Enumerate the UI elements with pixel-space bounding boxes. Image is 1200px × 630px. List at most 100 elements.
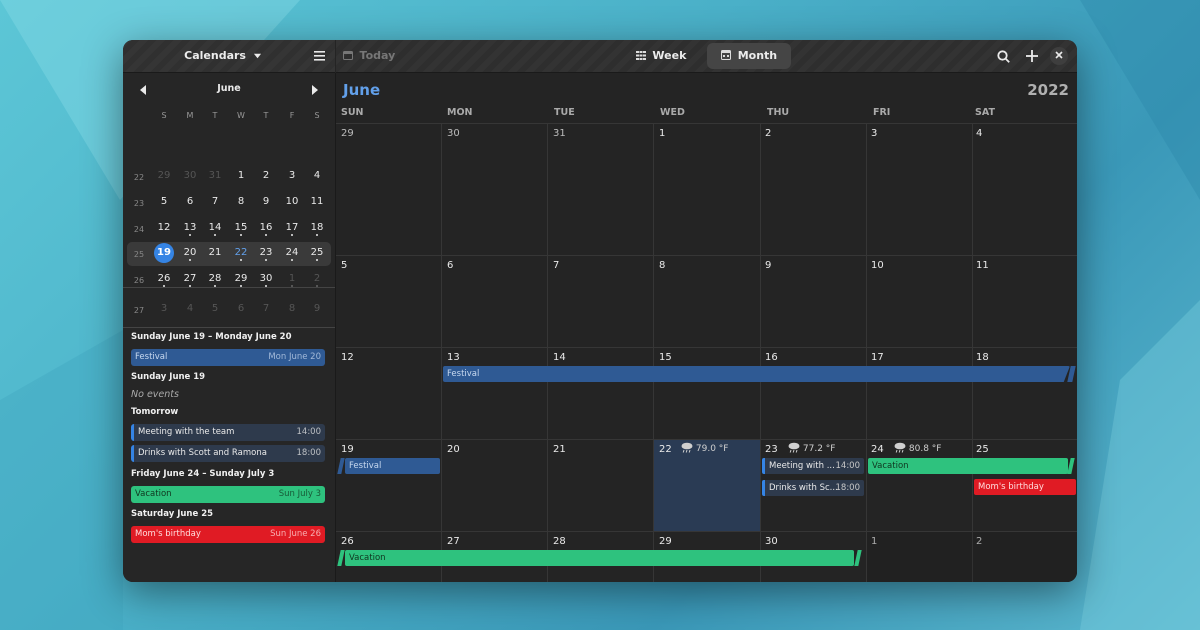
day-number[interactable]: 27 bbox=[447, 536, 460, 547]
mini-day[interactable]: 5 bbox=[203, 298, 227, 320]
day-number[interactable]: 17 bbox=[871, 352, 884, 363]
mini-day[interactable]: 11 bbox=[305, 191, 329, 213]
day-number[interactable]: 9 bbox=[765, 260, 771, 271]
mini-day[interactable]: 7 bbox=[254, 298, 278, 320]
day-number[interactable]: 21 bbox=[553, 444, 566, 455]
week-view-button[interactable]: Week bbox=[628, 43, 694, 69]
day-number[interactable]: 14 bbox=[553, 352, 566, 363]
agenda-event-festival[interactable]: Festival Mon June 20 bbox=[131, 349, 325, 366]
day-number[interactable]: 3 bbox=[871, 128, 877, 139]
event-birthday-bar[interactable]: Mom's birthday bbox=[974, 479, 1076, 495]
day-number[interactable]: 31 bbox=[553, 128, 566, 139]
day-number[interactable]: 2 bbox=[765, 128, 771, 139]
mini-day[interactable]: 1 bbox=[280, 268, 304, 290]
day-number[interactable]: 13 bbox=[447, 352, 460, 363]
mini-day[interactable]: 5 bbox=[152, 191, 176, 213]
mini-day[interactable]: 6 bbox=[229, 298, 253, 320]
event-vacation-bar[interactable]: Vacation bbox=[345, 550, 854, 566]
day-number[interactable]: 7 bbox=[553, 260, 559, 271]
mini-day[interactable]: 18 bbox=[305, 217, 329, 239]
day-number[interactable]: 10 bbox=[871, 260, 884, 271]
month-view-button[interactable]: Month bbox=[707, 43, 791, 69]
mini-day[interactable]: 21 bbox=[203, 242, 227, 264]
mini-day[interactable]: 17 bbox=[280, 217, 304, 239]
mini-day[interactable]: 31 bbox=[203, 165, 227, 187]
mini-day[interactable]: 24 bbox=[280, 242, 304, 264]
agenda-event-birthday[interactable]: Mom's birthday Sun June 26 bbox=[131, 526, 325, 543]
day-number[interactable]: 11 bbox=[976, 260, 989, 271]
week-number: 26 bbox=[133, 276, 145, 285]
day-number[interactable]: 1 bbox=[659, 128, 665, 139]
temperature: 80.8 °F bbox=[908, 444, 942, 454]
mini-day-today[interactable]: 22 bbox=[229, 242, 253, 264]
mini-day[interactable]: 13 bbox=[178, 217, 202, 239]
mini-day[interactable]: 3 bbox=[280, 165, 304, 187]
mini-day[interactable]: 9 bbox=[254, 191, 278, 213]
mini-day[interactable]: 6 bbox=[178, 191, 202, 213]
mini-day[interactable]: 9 bbox=[305, 298, 329, 320]
mini-day[interactable]: 3 bbox=[152, 298, 176, 320]
mini-day[interactable]: 30 bbox=[178, 165, 202, 187]
mini-day[interactable]: 2 bbox=[254, 165, 278, 187]
day-number[interactable]: 25 bbox=[976, 444, 989, 455]
day-number[interactable]: 26 bbox=[341, 536, 354, 547]
day-number[interactable]: 29 bbox=[659, 536, 672, 547]
day-number-today[interactable]: 22 bbox=[659, 444, 672, 455]
day-number[interactable]: 30 bbox=[447, 128, 460, 139]
mini-day[interactable]: 29 bbox=[152, 165, 176, 187]
day-number[interactable]: 28 bbox=[553, 536, 566, 547]
mini-day-selected[interactable]: 19 bbox=[152, 242, 176, 264]
mini-day[interactable]: 8 bbox=[280, 298, 304, 320]
day-number[interactable]: 24 bbox=[871, 444, 884, 455]
day-number[interactable]: 23 bbox=[765, 444, 778, 455]
mini-day[interactable]: 14 bbox=[203, 217, 227, 239]
mini-day[interactable]: 12 bbox=[152, 217, 176, 239]
event-drinks[interactable]: Drinks with Sc... 18:00 bbox=[762, 480, 864, 496]
mini-day[interactable]: 23 bbox=[254, 242, 278, 264]
mini-day[interactable]: 27 bbox=[178, 268, 202, 290]
agenda-event-meeting[interactable]: Meeting with the team 14:00 bbox=[131, 424, 325, 441]
mini-day[interactable]: 1 bbox=[229, 165, 253, 187]
event-festival-bar[interactable]: Festival bbox=[443, 366, 1070, 382]
day-number[interactable]: 19 bbox=[341, 444, 354, 455]
mini-day[interactable]: 16 bbox=[254, 217, 278, 239]
mini-day[interactable]: 15 bbox=[229, 217, 253, 239]
temperature: 77.2 °F bbox=[802, 444, 836, 454]
mini-day[interactable]: 7 bbox=[203, 191, 227, 213]
day-number[interactable]: 6 bbox=[447, 260, 453, 271]
mini-day[interactable]: 28 bbox=[203, 268, 227, 290]
mini-day[interactable]: 20 bbox=[178, 242, 202, 264]
day-number[interactable]: 12 bbox=[341, 352, 354, 363]
day-number[interactable]: 18 bbox=[976, 352, 989, 363]
event-vacation-bar[interactable]: Vacation bbox=[868, 458, 1068, 474]
close-button[interactable] bbox=[1050, 47, 1068, 65]
mini-day[interactable]: 4 bbox=[178, 298, 202, 320]
mini-day[interactable]: 30 bbox=[254, 268, 278, 290]
today-button[interactable]: Today bbox=[342, 43, 396, 69]
mini-day[interactable]: 25 bbox=[305, 242, 329, 264]
day-number[interactable]: 20 bbox=[447, 444, 460, 455]
day-number[interactable]: 30 bbox=[765, 536, 778, 547]
add-event-button[interactable] bbox=[1020, 43, 1044, 69]
next-month-button[interactable] bbox=[307, 82, 323, 98]
event-festival-bar[interactable]: Festival bbox=[345, 458, 440, 474]
day-number[interactable]: 16 bbox=[765, 352, 778, 363]
day-number[interactable]: 8 bbox=[659, 260, 665, 271]
prev-month-button[interactable] bbox=[135, 82, 151, 98]
search-button[interactable] bbox=[991, 43, 1015, 69]
sidebar-menu-button[interactable] bbox=[307, 43, 331, 69]
mini-day[interactable]: 26 bbox=[152, 268, 176, 290]
day-number[interactable]: 5 bbox=[341, 260, 347, 271]
agenda-event-vacation[interactable]: Vacation Sun July 3 bbox=[131, 486, 325, 503]
calendars-button[interactable]: Calendars bbox=[183, 43, 263, 69]
mini-day[interactable]: 8 bbox=[229, 191, 253, 213]
mini-day[interactable]: 2 bbox=[305, 268, 329, 290]
day-number[interactable]: 4 bbox=[976, 128, 982, 139]
agenda-event-drinks[interactable]: Drinks with Scott and Ramona 18:00 bbox=[131, 445, 325, 462]
mini-day[interactable]: 4 bbox=[305, 165, 329, 187]
event-meeting[interactable]: Meeting with ... 14:00 bbox=[762, 458, 864, 474]
day-number[interactable]: 15 bbox=[659, 352, 672, 363]
mini-day[interactable]: 29 bbox=[229, 268, 253, 290]
mini-day[interactable]: 10 bbox=[280, 191, 304, 213]
day-number[interactable]: 29 bbox=[341, 128, 354, 139]
